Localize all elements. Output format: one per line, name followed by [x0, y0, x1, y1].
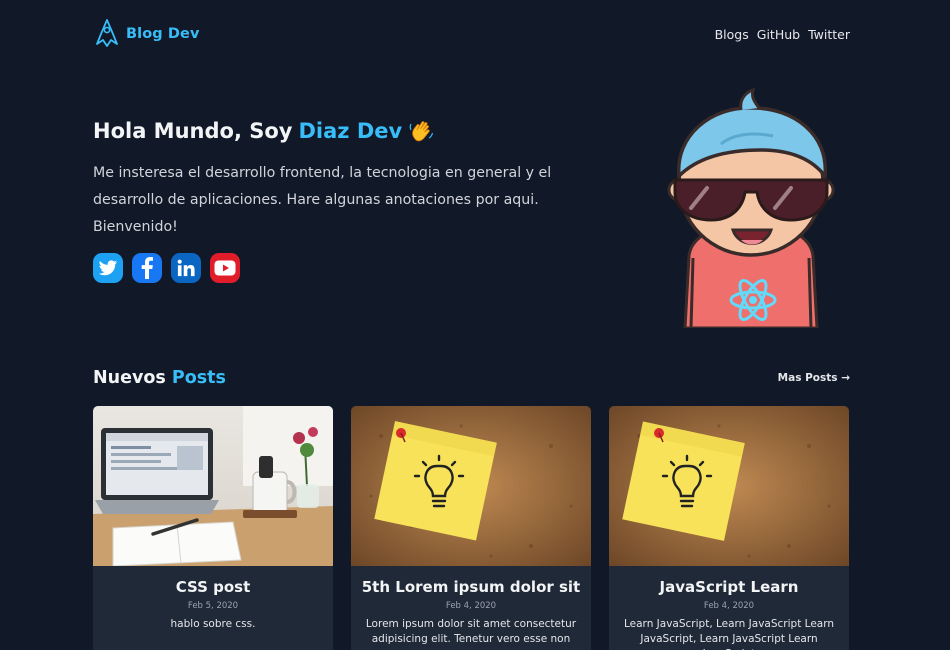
- nav-link-blogs[interactable]: Blogs: [715, 27, 749, 42]
- post-card[interactable]: JavaScript Learn Feb 4, 2020 Learn JavaS…: [609, 406, 849, 650]
- youtube-icon: [214, 260, 236, 276]
- hero-greeting: Hola Mundo, Soy: [93, 119, 293, 143]
- post-excerpt: Learn JavaScript, Learn JavaScript Learn…: [624, 618, 834, 650]
- hero-description: Me insteresa el desarrollo frontend, la …: [93, 165, 552, 235]
- post-date: Feb 4, 2020: [445, 601, 497, 611]
- post-card[interactable]: 5th Lorem ipsum dolor sit Feb 4, 2020 Lo…: [351, 406, 591, 650]
- posts-title-main: Nuevos: [93, 368, 166, 388]
- post-date: Feb 4, 2020: [703, 601, 755, 611]
- linkedin-icon: [177, 259, 195, 277]
- twitter-icon: [98, 260, 118, 276]
- sticky-note-lightbulb-image: [351, 406, 591, 566]
- facebook-link[interactable]: [132, 253, 162, 283]
- hero-name: Diaz Dev: [298, 119, 403, 143]
- posts-title-accent: Posts: [171, 368, 226, 388]
- post-title: CSS post: [175, 578, 251, 596]
- laptop-desk-image: [93, 406, 333, 566]
- post-card-body: 5th Lorem ipsum dolor sit Feb 4, 2020 Lo…: [351, 566, 591, 647]
- main-nav: Blogs GitHub Twitter: [715, 27, 850, 42]
- posts-header: Nuevos Posts Mas Posts →: [93, 364, 850, 392]
- nav-link-github[interactable]: GitHub: [757, 27, 800, 42]
- posts-section-title: Nuevos Posts: [93, 368, 226, 388]
- post-title: 5th Lorem ipsum dolor sit: [361, 578, 581, 596]
- developer-avatar-illustration: [667, 88, 835, 328]
- youtube-link[interactable]: [210, 253, 240, 283]
- post-excerpt: hablo sobre css.: [170, 618, 256, 630]
- post-card-body: CSS post Feb 5, 2020 hablo sobre css.: [93, 566, 333, 632]
- brand-name: Blog Dev: [126, 26, 200, 42]
- more-posts-link[interactable]: Mas Posts →: [778, 372, 850, 384]
- post-date: Feb 5, 2020: [187, 601, 239, 611]
- posts-grid: CSS post Feb 5, 2020 hablo sobre css. 5t…: [93, 406, 850, 650]
- hero-section: Hola Mundo, Soy Diaz Dev Me insteresa el…: [93, 88, 850, 338]
- post-card[interactable]: CSS post Feb 5, 2020 hablo sobre css.: [93, 406, 333, 650]
- nav-link-twitter[interactable]: Twitter: [808, 27, 850, 42]
- brand-link[interactable]: Blog Dev: [93, 18, 200, 50]
- post-excerpt: Lorem ipsum dolor sit amet consectetur a…: [365, 618, 577, 645]
- rocket-logo-icon: [96, 19, 118, 47]
- waving-hand-icon: [409, 121, 434, 142]
- facebook-icon: [141, 257, 153, 279]
- post-title: JavaScript Learn: [659, 578, 799, 596]
- site-header: Blog Dev Blogs GitHub Twitter: [93, 18, 850, 50]
- post-card-body: JavaScript Learn Feb 4, 2020 Learn JavaS…: [609, 566, 849, 650]
- twitter-link[interactable]: [93, 253, 123, 283]
- sticky-note-lightbulb-image: [609, 406, 849, 566]
- linkedin-link[interactable]: [171, 253, 201, 283]
